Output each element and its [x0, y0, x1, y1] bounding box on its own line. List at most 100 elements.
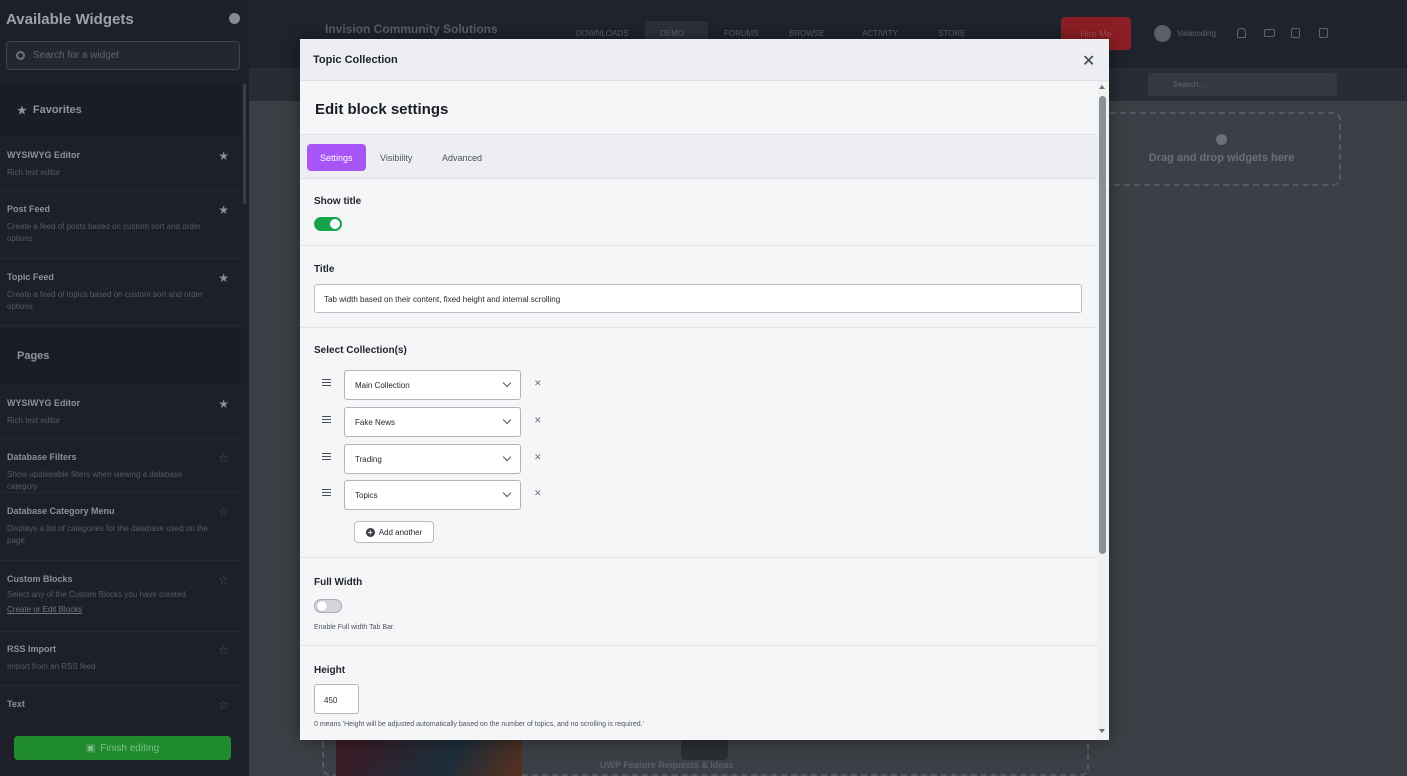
toggle-knob: [317, 601, 327, 611]
widget-search-input[interactable]: Search for a widget: [6, 41, 240, 70]
nav-demo[interactable]: DEMO: [660, 29, 684, 38]
widget-item-post-feed[interactable]: Post Feed Create a feed of posts based o…: [0, 192, 241, 259]
save-icon: ▣: [85, 742, 96, 754]
drag-handle-icon[interactable]: [322, 379, 331, 388]
modal-scrollbar-thumb[interactable]: [1099, 96, 1106, 554]
tab-advanced[interactable]: Advanced: [429, 144, 495, 171]
full-width-toggle[interactable]: [314, 599, 342, 613]
star-outline-icon[interactable]: ☆: [218, 643, 229, 657]
tab-visibility[interactable]: Visibility: [367, 144, 425, 171]
star-icon[interactable]: ★: [218, 397, 229, 411]
sidebar-scrollbar[interactable]: [243, 84, 246, 204]
nav-browse[interactable]: BROWSE: [789, 29, 825, 38]
nav-downloads[interactable]: DOWNLOADS: [576, 29, 628, 38]
widget-sidebar: Available Widgets Search for a widget ★ …: [0, 0, 249, 776]
dropzone-label: Drag and drop widgets here: [1148, 152, 1295, 164]
widget-item-desc: Select any of the Custom Blocks you have…: [7, 590, 186, 599]
widget-item-desc: Displays a list of categories for the da…: [7, 524, 209, 545]
star-outline-icon[interactable]: ☆: [218, 505, 229, 519]
widget-item-title: Text: [7, 699, 25, 709]
widget-item-title: WYSIWYG Editor: [7, 398, 80, 408]
divider: [300, 645, 1097, 646]
topic-title[interactable]: UWP Feature Requests & Ideas: [600, 760, 733, 770]
divider: [300, 245, 1097, 246]
remove-collection-icon[interactable]: ✕: [534, 415, 542, 426]
full-width-hint: Enable Full width Tab Bar.: [314, 624, 395, 631]
toggle-knob: [330, 219, 340, 229]
widget-item-database-category-menu[interactable]: Database Category Menu Displays a list o…: [0, 494, 241, 561]
chevron-down-icon: [502, 452, 512, 462]
site-brand[interactable]: Invision Community Solutions: [325, 22, 498, 36]
show-title-toggle[interactable]: [314, 217, 342, 231]
divider: [300, 557, 1097, 558]
tab-settings[interactable]: Settings: [307, 144, 366, 171]
avatar[interactable]: [1154, 25, 1171, 42]
remove-collection-icon[interactable]: ✕: [534, 452, 542, 463]
widget-item-title: Custom Blocks: [7, 574, 73, 584]
scroll-up-icon[interactable]: [1099, 85, 1105, 89]
username[interactable]: Valacoding: [1177, 29, 1216, 38]
nav-store[interactable]: STORE: [938, 29, 965, 38]
widget-item-custom-blocks[interactable]: Custom Blocks Select any of the Custom B…: [0, 562, 241, 632]
widget-item-topic-feed[interactable]: Topic Feed Create a feed of topics based…: [0, 260, 241, 326]
widget-item-title: Topic Feed: [7, 272, 54, 282]
widget-item-database-filters[interactable]: Database Filters Show updateable filters…: [0, 440, 241, 493]
title-field[interactable]: Tab width based on their content, fixed …: [314, 284, 1082, 313]
height-field[interactable]: 450: [314, 684, 359, 714]
height-field-value: 450: [324, 696, 338, 705]
widget-dropzone[interactable]: Drag and drop widgets here: [1102, 112, 1341, 186]
widget-item-desc: Import from an RSS feed: [7, 662, 96, 671]
close-icon[interactable]: ✕: [1082, 51, 1095, 71]
nav-activity[interactable]: ACTIVITY: [862, 29, 898, 38]
pages-label: Pages: [17, 350, 50, 362]
modal-body: Edit block settings Settings Visibility …: [300, 81, 1097, 740]
star-outline-icon[interactable]: ☆: [218, 698, 229, 712]
star-icon[interactable]: ★: [218, 149, 229, 163]
widget-item-desc: Create a feed of topics based on custom …: [7, 290, 203, 311]
settings-tabs: Settings Visibility Advanced: [300, 134, 1097, 179]
search-icon: [16, 51, 25, 60]
collection-select[interactable]: Topics: [344, 480, 521, 510]
star-icon[interactable]: ★: [218, 203, 229, 217]
site-search-input[interactable]: Search...: [1148, 73, 1337, 96]
bell-icon[interactable]: [1237, 28, 1246, 38]
widget-item-desc: Create a feed of posts based on custom s…: [7, 222, 201, 243]
widget-item-text[interactable]: Text ☆: [0, 687, 241, 727]
scroll-down-icon[interactable]: [1099, 729, 1105, 733]
show-title-label: Show title: [314, 196, 362, 207]
widget-item-wysiwyg-pages[interactable]: WYSIWYG Editor Rich text editor ★: [0, 386, 241, 439]
plus-icon: [1216, 134, 1227, 145]
collection-select[interactable]: Trading: [344, 444, 521, 474]
gear-icon[interactable]: [229, 13, 240, 24]
favorites-label: Favorites: [32, 104, 82, 116]
collection-select[interactable]: Main Collection: [344, 370, 521, 400]
modal-header: Topic Collection ✕: [300, 39, 1109, 81]
remove-collection-icon[interactable]: ✕: [534, 488, 542, 499]
drag-handle-icon[interactable]: [322, 489, 331, 498]
site-search-placeholder: Search...: [1173, 80, 1206, 89]
star-icon[interactable]: ★: [218, 271, 229, 285]
drag-handle-icon[interactable]: [322, 416, 331, 425]
page-title: Edit block settings: [315, 101, 449, 118]
add-another-button[interactable]: + Add another: [354, 521, 434, 543]
collection-select[interactable]: Fake News: [344, 407, 521, 437]
document-icon[interactable]: [1319, 28, 1328, 38]
collection-row: Main Collection ✕: [300, 370, 560, 400]
star-outline-icon[interactable]: ☆: [218, 573, 229, 587]
finish-editing-button[interactable]: ▣ Finish editing: [14, 736, 231, 760]
create-edit-blocks-link[interactable]: Create or Edit Blocks: [7, 605, 215, 614]
collection-row: Topics ✕: [300, 480, 560, 510]
mail-icon[interactable]: [1264, 29, 1275, 37]
widget-item-desc: Show updateable filters when viewing a d…: [7, 470, 183, 491]
widget-item-rss-import[interactable]: RSS Import Import from an RSS feed ☆: [0, 632, 241, 686]
flag-icon[interactable]: [1291, 28, 1300, 38]
remove-collection-icon[interactable]: ✕: [534, 378, 542, 389]
divider: [300, 327, 1097, 328]
widget-item-wysiwyg-fav[interactable]: WYSIWYG Editor Rich text editor ★: [0, 138, 241, 191]
full-width-label: Full Width: [314, 577, 363, 588]
collection-row: Trading ✕: [300, 444, 560, 474]
drag-handle-icon[interactable]: [322, 453, 331, 462]
chevron-down-icon: [502, 378, 512, 388]
nav-forums[interactable]: FORUMS: [724, 29, 759, 38]
star-outline-icon[interactable]: ☆: [218, 451, 229, 465]
